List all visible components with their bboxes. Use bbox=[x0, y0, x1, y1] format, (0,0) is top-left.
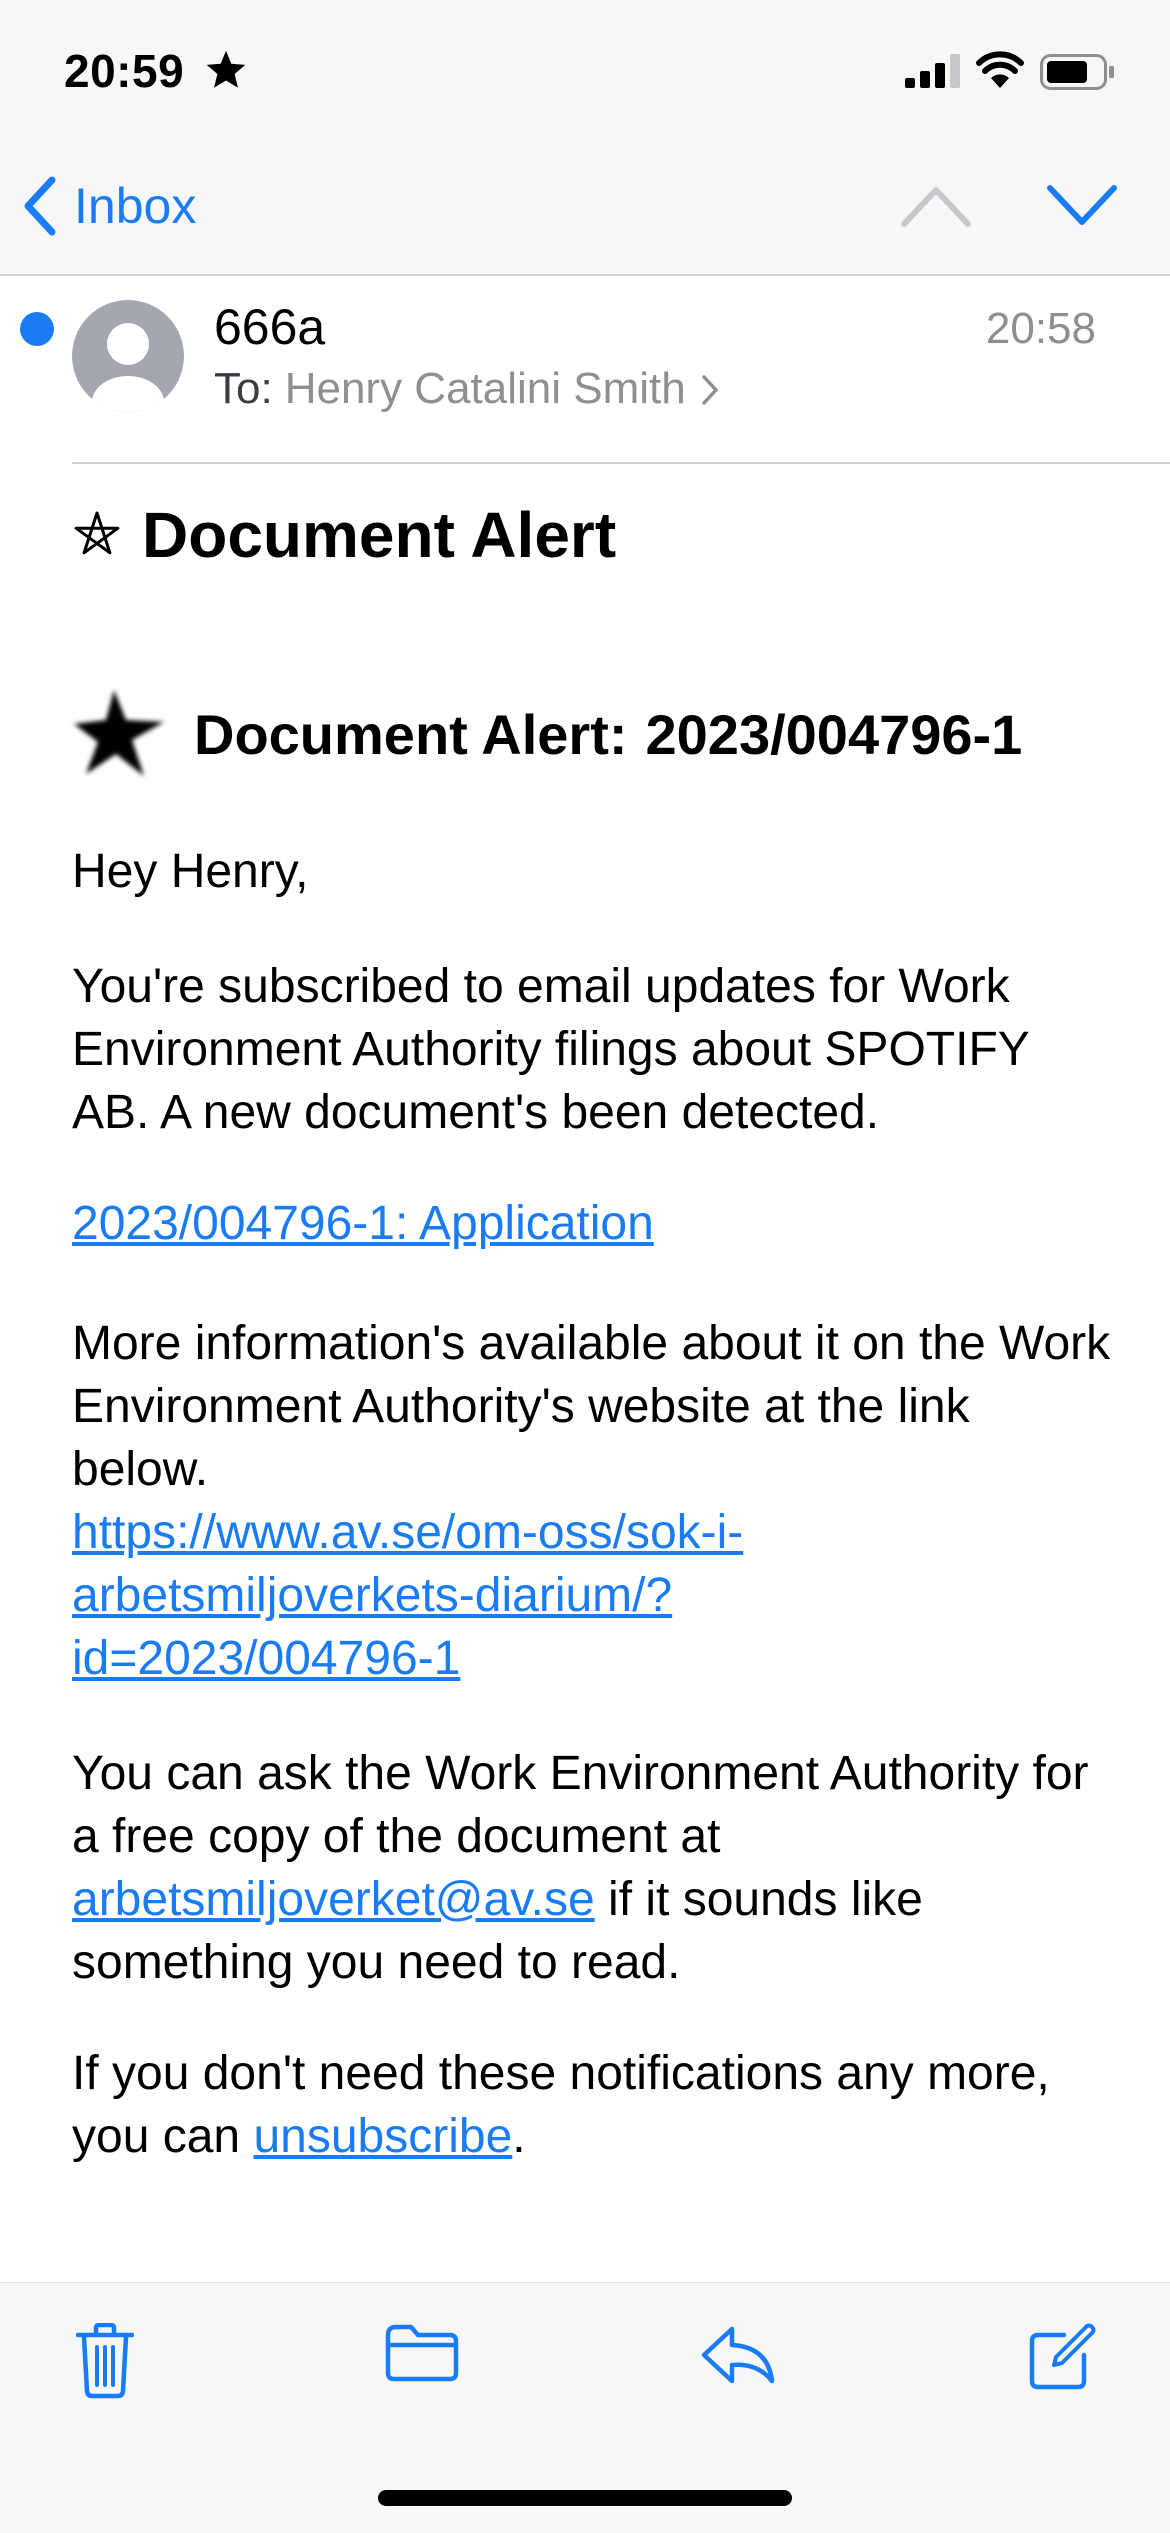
star-logo-icon bbox=[74, 690, 164, 776]
website-link-line-1[interactable]: https://www.av.se/om-oss/sok-i- bbox=[72, 1506, 743, 1559]
alert-heading-number: 2023/004796-1 bbox=[645, 702, 1023, 766]
alert-heading: Document Alert: 2023/004796-1 bbox=[72, 686, 1022, 782]
chevron-right-icon bbox=[701, 375, 718, 405]
reply-icon[interactable] bbox=[700, 2323, 776, 2387]
previous-message-button[interactable] bbox=[898, 184, 974, 228]
ask-copy-text: You can ask the Work Environment Authori… bbox=[72, 1747, 1089, 1863]
website-link-line-3[interactable]: id=2023/004796-1 bbox=[72, 1632, 460, 1685]
unsubscribe-prefix: If you don't need these notifications an… bbox=[72, 2047, 1050, 2163]
compose-icon[interactable] bbox=[1026, 2323, 1096, 2393]
recipient-name: Henry Catalini Smith bbox=[284, 364, 686, 413]
wifi-icon bbox=[976, 51, 1024, 88]
folder-icon[interactable] bbox=[384, 2323, 460, 2383]
chevron-left-icon bbox=[24, 176, 56, 236]
next-message-button[interactable] bbox=[1044, 184, 1120, 228]
email-subject: Document Alert bbox=[142, 499, 617, 571]
trash-icon[interactable] bbox=[76, 2323, 134, 2399]
recipient-line[interactable]: To: Henry Catalini Smith bbox=[214, 364, 720, 414]
more-info-text: More information's available about it on… bbox=[72, 1317, 1111, 1496]
home-indicator[interactable] bbox=[378, 2490, 792, 2506]
email-link[interactable]: arbetsmiljoverket@av.se bbox=[72, 1873, 595, 1926]
star-icon bbox=[206, 50, 246, 88]
battery-icon bbox=[1040, 54, 1114, 90]
unread-dot bbox=[20, 312, 54, 346]
alert-heading-prefix: Document Alert: bbox=[194, 702, 628, 766]
subscription-text: You're subscribed to email updates for W… bbox=[72, 960, 1029, 1139]
alert-heading-text: Document Alert: 2023/004796-1 bbox=[194, 702, 1022, 767]
unsubscribe-suffix: . bbox=[512, 2110, 526, 2163]
document-link[interactable]: 2023/004796-1: Application bbox=[72, 1197, 654, 1250]
ask-copy-paragraph: You can ask the Work Environment Authori… bbox=[72, 1742, 1112, 1994]
sender-name[interactable]: 666a bbox=[214, 298, 325, 356]
back-label: Inbox bbox=[74, 178, 197, 234]
pentagram-icon bbox=[74, 511, 120, 555]
greeting: Hey Henry, bbox=[72, 845, 309, 898]
nav-bar: Inbox bbox=[0, 150, 1170, 276]
status-time: 20:59 bbox=[64, 45, 185, 97]
unsubscribe-link[interactable]: unsubscribe bbox=[253, 2110, 512, 2163]
received-time: 20:58 bbox=[985, 304, 1096, 353]
subject-line: Document Alert bbox=[72, 498, 616, 572]
header-divider bbox=[72, 462, 1170, 464]
more-info-paragraph: More information's available about it on… bbox=[72, 1312, 1112, 1690]
avatar[interactable] bbox=[72, 300, 184, 412]
website-link-line-2[interactable]: arbetsmiljoverkets-diarium/? bbox=[72, 1569, 672, 1622]
back-button[interactable]: Inbox bbox=[22, 174, 196, 238]
status-bar: 20:59 bbox=[0, 0, 1170, 150]
unsubscribe-paragraph: If you don't need these notifications an… bbox=[72, 2042, 1112, 2168]
to-label: To: bbox=[214, 364, 273, 413]
signal-icon bbox=[905, 54, 960, 88]
